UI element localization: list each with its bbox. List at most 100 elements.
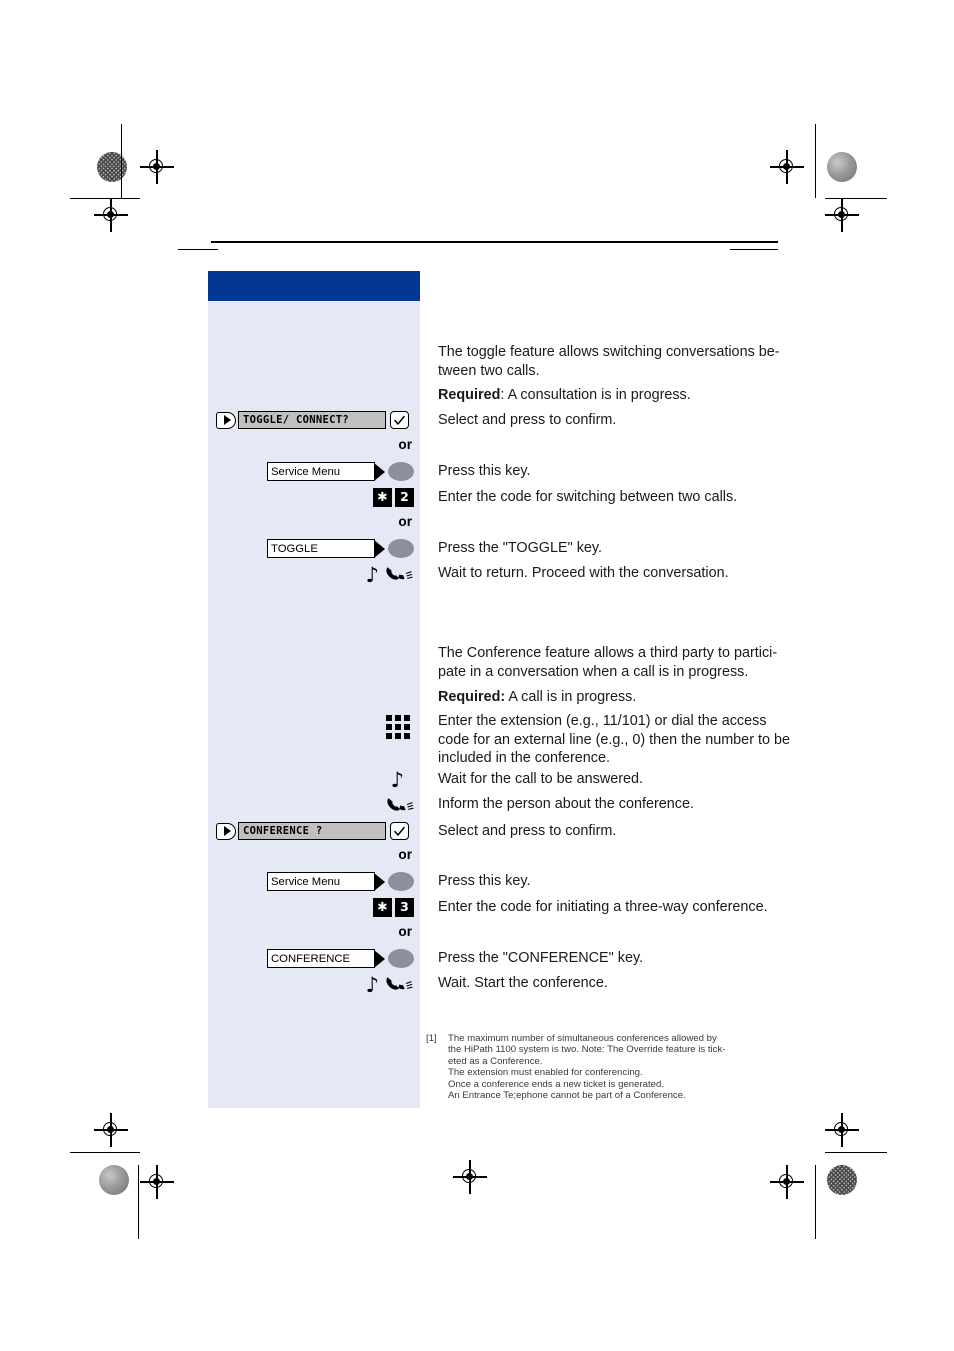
tone-icon: ♪ — [365, 972, 379, 997]
conference-required-text: Required: A call is in progress. — [420, 688, 954, 707]
tone-icon: ♪ — [390, 768, 404, 792]
display-line-toggle[interactable]: TOGGLE/ CONNECT? — [216, 411, 409, 429]
step-conference-start: ♪ Wait. Start the conference. — [208, 974, 954, 996]
conference-intro-line-2: pate in a conversation when a call is in… — [438, 663, 749, 680]
key-button-icon[interactable] — [388, 872, 414, 891]
step-conference-code: ✱ 3 Enter the code for initiating a thre… — [208, 898, 954, 917]
star-key-icon[interactable]: ✱ — [373, 488, 392, 507]
footnote: [1] The maximum number of simultaneous c… — [426, 1033, 776, 1101]
footnote-line-5: Once a conference ends a new ticket is g… — [448, 1078, 664, 1090]
handset-icon — [386, 567, 413, 580]
step-conference-inform: Inform the person about the conference. — [208, 795, 954, 817]
or-label: or — [398, 924, 412, 939]
function-key-label: CONFERENCE — [267, 949, 375, 968]
toggle-intro-line-1: The toggle feature allows switching conv… — [438, 344, 780, 360]
function-key-label: TOGGLE — [267, 539, 375, 558]
footnote-line-6: An Entrance Te;ephone cannot be part of … — [448, 1090, 686, 1102]
trim-line-top-left-horizontal — [70, 198, 140, 200]
scroll-arrow-icon[interactable] — [216, 411, 236, 429]
tone-and-handset-icons: ♪ — [366, 564, 414, 586]
step-conference-key: CONFERENCE Press the "CONFERENCE" key. — [208, 949, 954, 968]
registration-mark-bottom-right-inner — [770, 1165, 804, 1199]
or-label: or — [398, 847, 412, 862]
conference-intro-line-1: The Conference feature allows a third pa… — [438, 645, 778, 661]
function-key-conference[interactable]: CONFERENCE — [267, 949, 414, 968]
step-toggle-wait: ♪ Wait to return. Proceed with the conve… — [208, 564, 954, 586]
trim-line-bottom-right-vertical — [815, 1165, 817, 1239]
step-toggle-service-menu-text: Press this key. — [438, 463, 531, 479]
toggle-required-label: Required — [438, 387, 501, 403]
gutter-or: or — [208, 514, 420, 529]
step-toggle-service-menu: Service Menu Press this key. — [208, 462, 954, 481]
key-nib-icon — [374, 539, 385, 558]
registration-mark-right-lower — [825, 1113, 859, 1147]
footnote-line-4: The extension must enabled for conferenc… — [448, 1067, 643, 1079]
section-conference-required: Required: A call is in progress. — [208, 688, 954, 707]
section-conference-intro: The Conference feature allows a third pa… — [208, 644, 954, 681]
display-text-toggle: TOGGLE/ CONNECT? — [238, 411, 386, 429]
separator-or-2: or — [208, 514, 954, 529]
halftone-dot-bottom-right — [827, 1165, 857, 1195]
gutter-function-key: Service Menu — [208, 872, 420, 891]
trim-line-top-left-horizontal-2 — [178, 249, 218, 251]
checkmark-icon[interactable] — [390, 822, 409, 840]
trim-line-top-right-horizontal — [825, 198, 887, 200]
display-text-conference: CONFERENCE ? — [238, 822, 386, 840]
step-conference-service-menu-text: Press this key. — [438, 873, 531, 889]
step-conference-inform-text: Inform the person about the conference. — [438, 796, 694, 812]
key-nib-icon — [374, 872, 385, 891]
conference-required-rest: A call is in progress. — [505, 689, 637, 705]
step-conference-key-text: Press the "CONFERENCE" key. — [438, 950, 644, 966]
digit-key-icon[interactable]: 2 — [395, 488, 414, 507]
dialpad-icon[interactable] — [386, 715, 410, 739]
footnote-line-1: The maximum number of simultaneous confe… — [448, 1033, 717, 1044]
step-toggle-key-text: Press the "TOGGLE" key. — [438, 540, 603, 556]
section-toggle-required: Required: A consultation is in progress. — [208, 386, 954, 405]
digit-key-icon[interactable]: 3 — [395, 898, 414, 917]
step-toggle-code-text: Enter the code for switching between two… — [438, 489, 738, 505]
gutter-function-key: Service Menu — [208, 462, 420, 481]
trim-line-top-left-vertical — [121, 124, 123, 198]
key-nib-icon — [374, 949, 385, 968]
gutter-tone: ♪ — [208, 770, 420, 791]
code-keys-toggle[interactable]: ✱ 2 — [373, 488, 414, 507]
trim-line-bottom-left-vertical — [138, 1165, 140, 1239]
registration-mark-bottom-left-inner — [140, 1165, 174, 1199]
step-toggle-key: TOGGLE Press the "TOGGLE" key. — [208, 539, 954, 558]
key-button-icon[interactable] — [388, 539, 414, 558]
step-conference-select: CONFERENCE ? Select and press to confirm… — [208, 822, 954, 846]
function-key-label: Service Menu — [267, 872, 375, 891]
key-button-icon[interactable] — [388, 949, 414, 968]
toggle-required-rest: : A consultation is in progress. — [500, 387, 691, 403]
trim-line-bottom-right-horizontal — [825, 1152, 887, 1154]
toggle-required-text: Required: A consultation is in progress. — [420, 386, 954, 405]
chapter-header-bar — [208, 271, 420, 301]
trim-line-top-right-vertical — [815, 124, 817, 198]
gutter-function-key: TOGGLE — [208, 539, 420, 558]
step-conference-service-menu: Service Menu Press this key. — [208, 872, 954, 891]
star-key-icon[interactable]: ✱ — [373, 898, 392, 917]
gutter-dialpad — [208, 712, 420, 739]
gutter-code-keys: ✱ 2 — [208, 488, 420, 507]
or-label: or — [398, 437, 412, 452]
function-key-toggle[interactable]: TOGGLE — [267, 539, 414, 558]
step-conference-code-text: Enter the code for initiating a three-wa… — [438, 899, 768, 915]
checkmark-icon[interactable] — [390, 411, 409, 429]
conference-intro-text: The Conference feature allows a third pa… — [420, 644, 954, 681]
key-button-icon[interactable] — [388, 462, 414, 481]
step-conference-dial-text: Enter the extension (e.g., 11/101) or di… — [420, 712, 954, 768]
section-toggle-intro: The toggle feature allows switching conv… — [208, 343, 954, 380]
gutter-code-keys: ✱ 3 — [208, 898, 420, 917]
step-toggle-select: TOGGLE/ CONNECT? Select and press to con… — [208, 411, 954, 435]
scroll-arrow-icon[interactable] — [216, 822, 236, 840]
function-key-service-menu-2[interactable]: Service Menu — [267, 872, 414, 891]
function-key-service-menu[interactable]: Service Menu — [267, 462, 414, 481]
footnote-marker: [1] — [426, 1033, 437, 1044]
code-keys-conference[interactable]: ✱ 3 — [373, 898, 414, 917]
step-conference-wait-answer-text: Wait for the call to be answered. — [438, 771, 644, 787]
footnote-line-3: eted as a Conference. — [448, 1055, 543, 1067]
gray-dot-bottom-left — [99, 1165, 129, 1195]
step-toggle-select-text: Select and press to confirm. — [438, 412, 617, 428]
display-line-conference[interactable]: CONFERENCE ? — [216, 822, 409, 840]
function-key-label: Service Menu — [267, 462, 375, 481]
